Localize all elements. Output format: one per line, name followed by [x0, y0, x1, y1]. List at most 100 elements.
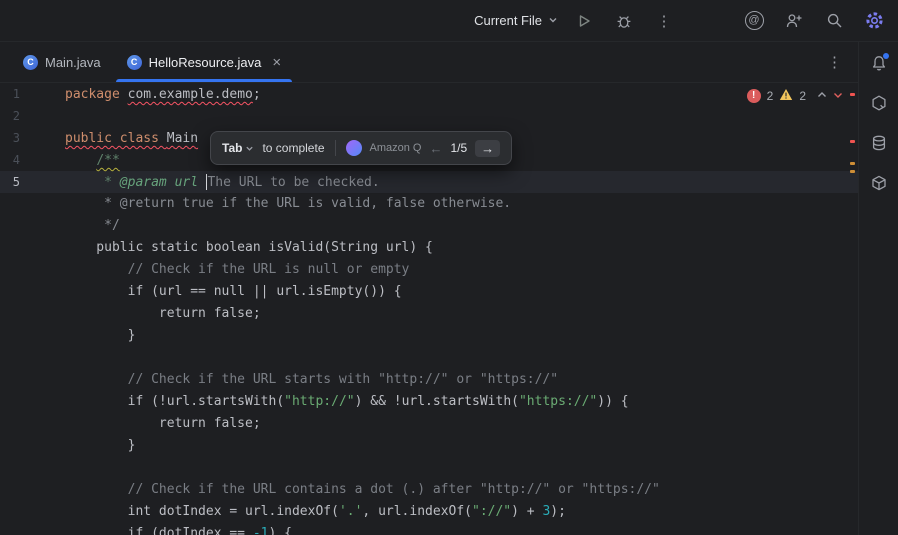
provider-label: Amazon Q — [370, 142, 422, 154]
code-token: -1 — [253, 526, 269, 535]
stripe-mark[interactable] — [850, 140, 855, 143]
code-token: int dotIndex = url.indexOf( — [65, 504, 339, 519]
tab-label: HelloResource.java — [149, 55, 262, 70]
run-config-label: Current File — [474, 13, 542, 28]
right-toolbar — [858, 42, 898, 535]
tab-label: Main.java — [45, 55, 101, 70]
code-text: if (url == null || url.isEmpty()) { — [65, 284, 402, 299]
completion-hint-label: to complete — [262, 141, 324, 155]
code-line[interactable]: if (url == null || url.isEmpty()) { — [0, 281, 858, 303]
code-token: ) { — [269, 526, 292, 535]
previous-suggestion-icon[interactable]: ← — [429, 142, 442, 155]
run-config-selector[interactable]: Current File — [474, 13, 558, 28]
code-line[interactable]: public static boolean isValid(String url… — [0, 237, 858, 259]
code-token: return false; — [65, 306, 261, 321]
next-problem-icon[interactable] — [832, 89, 844, 104]
amazon-q-icon[interactable] — [865, 89, 893, 117]
code-editor[interactable]: 1package com.example.demo;23public class… — [0, 83, 858, 535]
code-line[interactable]: // Check if the URL starts with "http://… — [0, 369, 858, 391]
line-number[interactable]: 4 — [0, 149, 20, 171]
code-token: // Check if the URL contains a dot (.) a… — [65, 482, 660, 497]
code-text: */ — [65, 218, 120, 233]
database-icon[interactable] — [865, 129, 893, 157]
code-token: com.example.demo — [128, 87, 253, 102]
code-line[interactable]: return false; — [0, 303, 858, 325]
notifications-bell-icon[interactable] — [865, 49, 893, 77]
next-suggestion-icon[interactable]: → — [475, 140, 500, 157]
settings-gear-icon[interactable] — [860, 7, 888, 35]
run-icon[interactable] — [570, 7, 598, 35]
debug-icon[interactable] — [610, 7, 638, 35]
code-line[interactable] — [0, 457, 858, 479]
code-token: , url.indexOf( — [362, 504, 472, 519]
code-line[interactable]: * @return true if the URL is valid, fals… — [0, 193, 858, 215]
code-text: if (!url.startsWith("http://") && !url.s… — [65, 394, 629, 409]
close-tab-icon[interactable]: × — [272, 54, 281, 71]
amazon-q-logo-icon — [346, 140, 362, 156]
content-area: C Main.java C HelloResource.java × ⋮ 1 pa… — [0, 42, 898, 535]
code-token: ) + — [511, 504, 542, 519]
tab-helloresource-java[interactable]: C HelloResource.java × — [114, 42, 295, 82]
stripe-mark[interactable] — [850, 170, 855, 173]
code-token: @param url — [120, 175, 206, 190]
line-number[interactable]: 3 — [0, 127, 20, 149]
code-text: } — [65, 328, 135, 343]
code-token: '.' — [339, 504, 362, 519]
tab-options-icon[interactable]: ⋮ — [811, 53, 858, 71]
inspections-widget[interactable]: ! 2 2 — [747, 88, 844, 104]
warning-count: 2 — [799, 89, 806, 103]
ide-window: Current File ⋮ @ — [0, 0, 898, 535]
code-line[interactable]: if (dotIndex == -1) { — [0, 523, 858, 535]
code-line[interactable]: 2 — [0, 105, 858, 127]
code-line[interactable]: 1 package com.example.demo; — [0, 83, 858, 105]
code-line[interactable]: } — [0, 435, 858, 457]
code-token: "https://" — [519, 394, 597, 409]
line-number[interactable]: 2 — [0, 105, 20, 127]
code-text: public class Main — [65, 131, 198, 146]
inspection-navigation — [816, 89, 844, 104]
previous-problem-icon[interactable] — [816, 89, 828, 104]
code-token: Main — [167, 131, 198, 146]
code-text: public static boolean isValid(String url… — [65, 240, 433, 255]
run-controls: Current File ⋮ — [474, 7, 678, 35]
code-text: if (dotIndex == -1) { — [65, 526, 292, 535]
code-line[interactable]: // Check if the URL is null or empty — [0, 259, 858, 281]
line-number[interactable]: 1 — [0, 83, 20, 105]
code-text: int dotIndex = url.indexOf('.', url.inde… — [65, 504, 566, 519]
code-token: // Check if the URL is null or empty — [65, 262, 409, 277]
popup-divider — [335, 140, 336, 156]
code-text: package com.example.demo; — [65, 87, 261, 102]
code-token: * — [104, 175, 120, 190]
code-token: } — [65, 438, 135, 453]
code-token: if (!url.startsWith( — [65, 394, 284, 409]
code-line[interactable]: if (!url.startsWith("http://") && !url.s… — [0, 391, 858, 413]
tab-main-java[interactable]: C Main.java — [10, 42, 114, 82]
code-line[interactable] — [0, 347, 858, 369]
search-icon[interactable] — [820, 7, 848, 35]
code-line[interactable]: } — [0, 325, 858, 347]
tab-key-label: Tab — [222, 141, 242, 155]
code-line[interactable]: return false; — [0, 413, 858, 435]
stripe-mark[interactable] — [850, 93, 855, 96]
notification-badge — [883, 53, 889, 59]
amazon-q-chat-icon[interactable]: @ — [740, 7, 768, 35]
editor-column: C Main.java C HelloResource.java × ⋮ 1 pa… — [0, 42, 858, 535]
stripe-mark[interactable] — [850, 162, 855, 165]
tab-to-complete-control[interactable]: Tab — [222, 141, 254, 155]
code-line[interactable]: */ — [0, 215, 858, 237]
add-user-icon[interactable] — [780, 7, 808, 35]
more-options-icon[interactable]: ⋮ — [650, 7, 678, 35]
code-token: * @return true if the URL is valid, fals… — [65, 196, 511, 211]
code-text: return false; — [65, 416, 261, 431]
code-token: return false; — [65, 416, 261, 431]
code-line[interactable]: // Check if the URL contains a dot (.) a… — [0, 479, 858, 501]
line-number[interactable]: 5 — [0, 171, 20, 193]
code-text: // Check if the URL contains a dot (.) a… — [65, 482, 660, 497]
java-class-icon: C — [23, 55, 38, 70]
cube-icon[interactable] — [865, 169, 893, 197]
code-line[interactable]: 5 * @param url The URL to be checked. — [0, 171, 858, 193]
error-icon: ! — [747, 89, 761, 103]
code-token: if (dotIndex == — [65, 526, 253, 535]
editor-tabbar: C Main.java C HelloResource.java × ⋮ — [0, 42, 858, 83]
code-line[interactable]: int dotIndex = url.indexOf('.', url.inde… — [0, 501, 858, 523]
